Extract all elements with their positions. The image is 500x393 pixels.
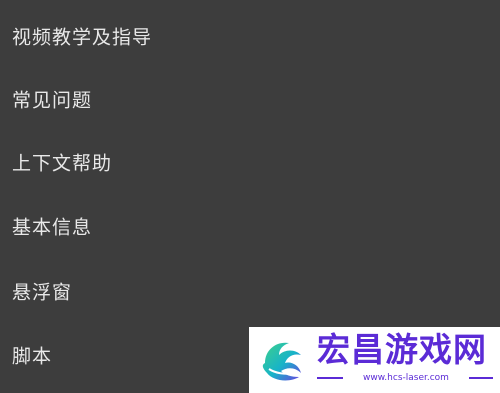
menu-item-label: 常见问题 xyxy=(12,89,93,112)
menu-item-floating-window[interactable]: 悬浮窗 xyxy=(0,261,500,321)
menu-item-context-help[interactable]: 上下文帮助 xyxy=(0,132,500,192)
divider xyxy=(317,377,343,379)
menu-item-label: 上下文帮助 xyxy=(12,152,113,175)
menu-item-label: 视频教学及指导 xyxy=(12,26,153,49)
menu-item-faq[interactable]: 常见问题 xyxy=(0,69,500,129)
divider xyxy=(469,377,493,379)
menu-item-label: 悬浮窗 xyxy=(12,281,73,304)
menu-item-basic-info[interactable]: 基本信息 xyxy=(0,196,500,256)
menu-item-video-tutorials[interactable]: 视频教学及指导 xyxy=(0,6,500,66)
watermark-url: www.hcs-laser.com xyxy=(363,373,449,383)
watermark-url-row: www.hcs-laser.com xyxy=(317,371,493,385)
dragon-logo-icon xyxy=(262,342,301,381)
watermark-title: 宏昌游戏网 xyxy=(317,330,487,369)
site-watermark: 宏昌游戏网 www.hcs-laser.com xyxy=(249,327,500,393)
menu-item-label: 脚本 xyxy=(12,345,53,368)
menu-item-label: 基本信息 xyxy=(12,216,93,239)
